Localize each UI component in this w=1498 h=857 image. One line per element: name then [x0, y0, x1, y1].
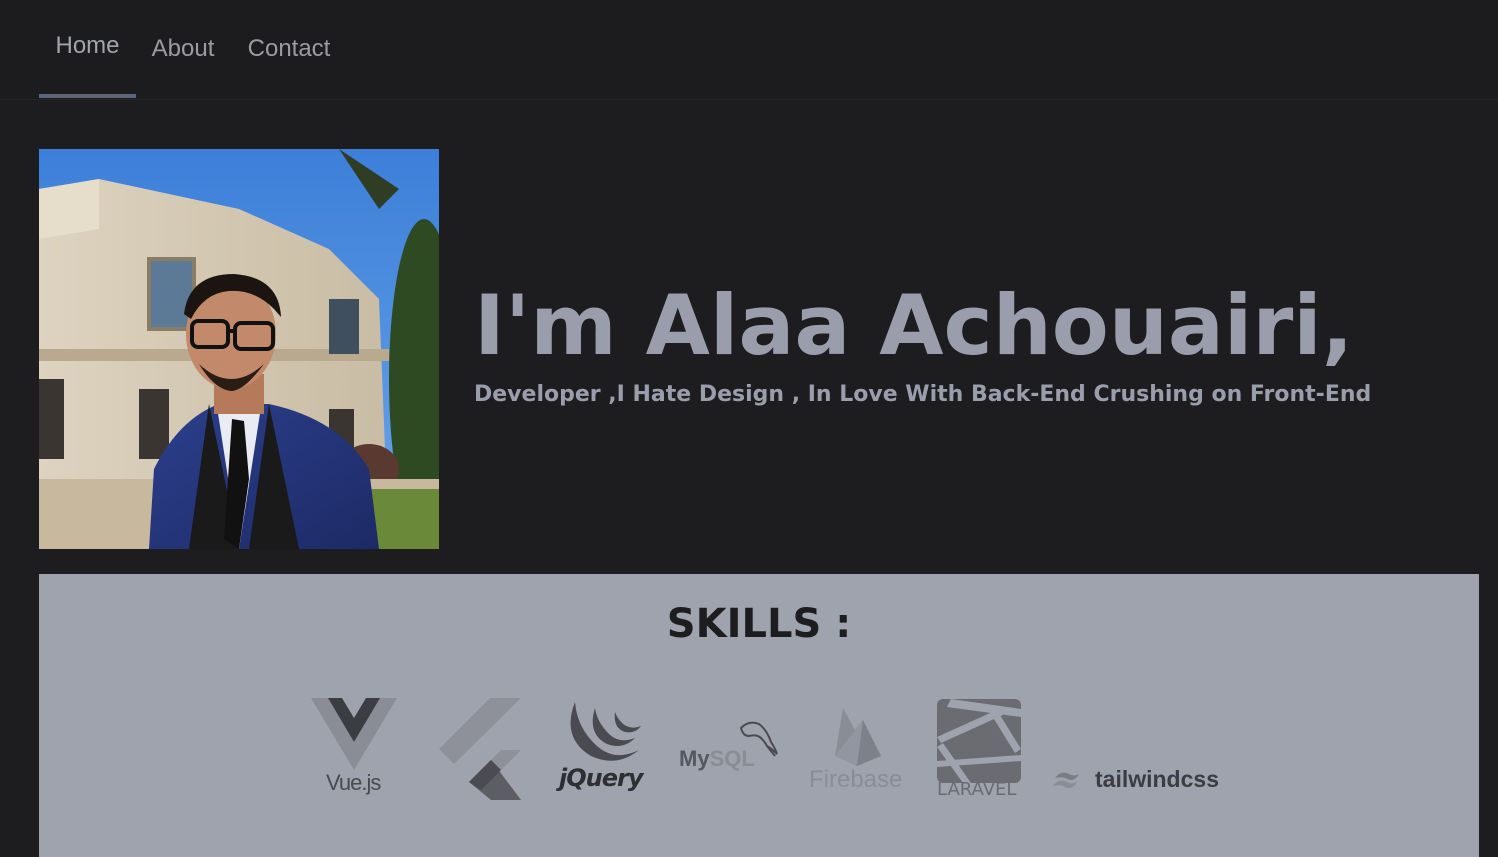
- laravel-icon: [937, 699, 1021, 783]
- active-tab-indicator: [39, 94, 136, 98]
- skills-section: SKILLS : Vue.js jQuery MySQL Firebase LA…: [39, 574, 1479, 857]
- vuejs-logo: Vue.js: [311, 698, 397, 800]
- jquery-icon: [570, 702, 641, 761]
- firebase-label: Firebase: [809, 766, 903, 793]
- jquery-logo: jQuery: [557, 698, 651, 798]
- tab-about[interactable]: About: [140, 0, 226, 100]
- mysql-label: MySQL: [679, 748, 755, 770]
- tailwindcss-logo: tailwindcss: [1053, 762, 1223, 796]
- jquery-label: jQuery: [559, 764, 643, 792]
- profile-photo-image: [39, 149, 439, 549]
- profile-photo: [39, 149, 439, 549]
- firebase-icon: [835, 708, 881, 766]
- hero-title: I'm Alaa Achouairi,: [474, 277, 1354, 374]
- tailwindcss-label: tailwindcss: [1095, 766, 1219, 792]
- firebase-logo: Firebase: [809, 704, 905, 796]
- laravel-logo: LARAVEL: [937, 699, 1021, 801]
- hero-subtitle: Developer ,I Hate Design , In Love With …: [474, 382, 1372, 407]
- tab-about-label: About: [151, 35, 215, 62]
- tab-contact[interactable]: Contact: [236, 0, 342, 100]
- skills-title: SKILLS :: [666, 601, 852, 647]
- flutter-logo: [439, 698, 521, 800]
- top-nav: Home About Contact: [0, 0, 1498, 100]
- vuejs-icon: [311, 698, 397, 770]
- flutter-icon: [439, 698, 521, 800]
- mysql-logo: MySQL: [679, 718, 789, 778]
- tab-home[interactable]: Home: [39, 0, 136, 100]
- mysql-label-my: My: [679, 746, 710, 771]
- tab-home-label: Home: [55, 32, 120, 59]
- mysql-label-sql: SQL: [709, 746, 755, 771]
- vuejs-label: Vue.js: [326, 770, 381, 795]
- laravel-label: LARAVEL: [937, 779, 1017, 800]
- tailwindcss-icon: [1053, 772, 1079, 788]
- tab-contact-label: Contact: [247, 35, 331, 62]
